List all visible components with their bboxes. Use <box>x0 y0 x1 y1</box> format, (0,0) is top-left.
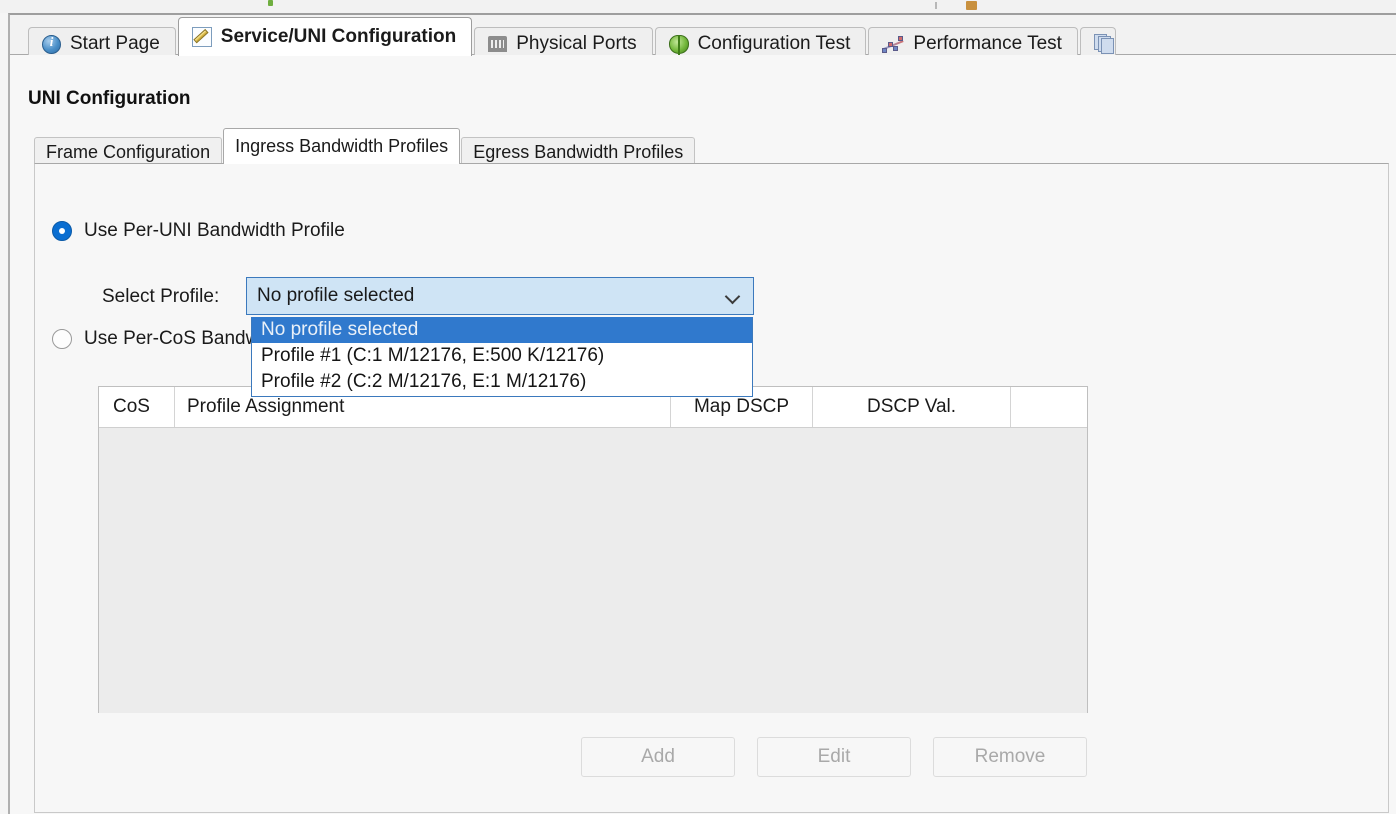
sub-tab-egress-bandwidth-profiles-label: Egress Bandwidth Profiles <box>473 142 684 162</box>
select-profile-label: Select Profile: <box>102 286 220 307</box>
application-window: Start Page Service/UNI Configuration Phy… <box>0 0 1396 814</box>
tab-service-uni-configuration-label: Service/UNI Configuration <box>220 26 457 47</box>
edit-button[interactable]: Edit <box>757 737 911 777</box>
select-profile-dropdown-list[interactable]: No profile selected Profile #1 (C:1 M/12… <box>251 317 753 397</box>
layers-icon <box>1093 34 1114 54</box>
info-icon <box>42 34 61 54</box>
table-action-buttons: Add Edit Remove <box>581 737 1087 777</box>
dropdown-option-profile-1[interactable]: Profile #1 (C:1 M/12176, E:500 K/12176) <box>252 343 752 369</box>
tab-service-uni-configuration[interactable]: Service/UNI Configuration <box>177 17 473 56</box>
page-title: UNI Configuration <box>28 88 191 109</box>
select-profile-combobox-value: No profile selected <box>257 285 415 306</box>
table-header-spacer <box>1011 387 1087 427</box>
remove-button[interactable]: Remove <box>933 737 1087 777</box>
main-window: Start Page Service/UNI Configuration Phy… <box>8 13 1396 814</box>
tab-physical-ports-label: Physical Ports <box>516 33 637 54</box>
radio-button-per-cos-indicator <box>52 329 72 349</box>
main-tab-bar: Start Page Service/UNI Configuration Phy… <box>10 15 1396 60</box>
top-toolbar-strip <box>0 0 1396 13</box>
dropdown-option-profile-2[interactable]: Profile #2 (C:2 M/12176, E:1 M/12176) <box>252 369 752 395</box>
bug-icon <box>668 34 689 55</box>
toolbar-orange-icon <box>966 1 977 10</box>
chevron-down-icon[interactable] <box>726 291 739 299</box>
tab-performance-test-label: Performance Test <box>913 33 1062 54</box>
main-tab-strip: Start Page Service/UNI Configuration Phy… <box>28 15 1118 60</box>
tab-configuration-test-label: Configuration Test <box>697 33 851 54</box>
tab-start-page-label: Start Page <box>70 33 160 54</box>
toolbar-green-icon <box>268 0 273 6</box>
content-pane: UNI Configuration Frame Configuration In… <box>10 55 1396 814</box>
radio-use-per-uni-label: Use Per-UNI Bandwidth Profile <box>84 220 345 241</box>
sub-tab-ingress-bandwidth-profiles-label: Ingress Bandwidth Profiles <box>235 136 449 156</box>
table-header-dscp-val[interactable]: DSCP Val. <box>813 387 1011 427</box>
table-header-cos[interactable]: CoS <box>99 387 175 427</box>
toolbar-separator <box>935 2 937 9</box>
sub-tab-frame-configuration-label: Frame Configuration <box>46 142 211 162</box>
add-button[interactable]: Add <box>581 737 735 777</box>
radio-button-per-uni-indicator <box>52 221 72 241</box>
pencil-icon <box>191 27 212 47</box>
radio-use-per-uni-bandwidth-profile[interactable]: Use Per-UNI Bandwidth Profile <box>52 220 345 242</box>
sub-tab-ingress-bandwidth-profiles[interactable]: Ingress Bandwidth Profiles <box>223 128 461 164</box>
cos-profile-table: CoS Profile Assignment Map DSCP DSCP Val… <box>98 386 1088 713</box>
select-profile-combobox[interactable]: No profile selected <box>246 277 754 315</box>
table-body-empty <box>99 428 1087 713</box>
performance-chart-icon <box>882 35 905 53</box>
sub-tab-bar: Frame Configuration Ingress Bandwidth Pr… <box>34 128 696 167</box>
port-icon <box>488 36 508 52</box>
dropdown-option-no-profile-selected[interactable]: No profile selected <box>252 317 752 343</box>
